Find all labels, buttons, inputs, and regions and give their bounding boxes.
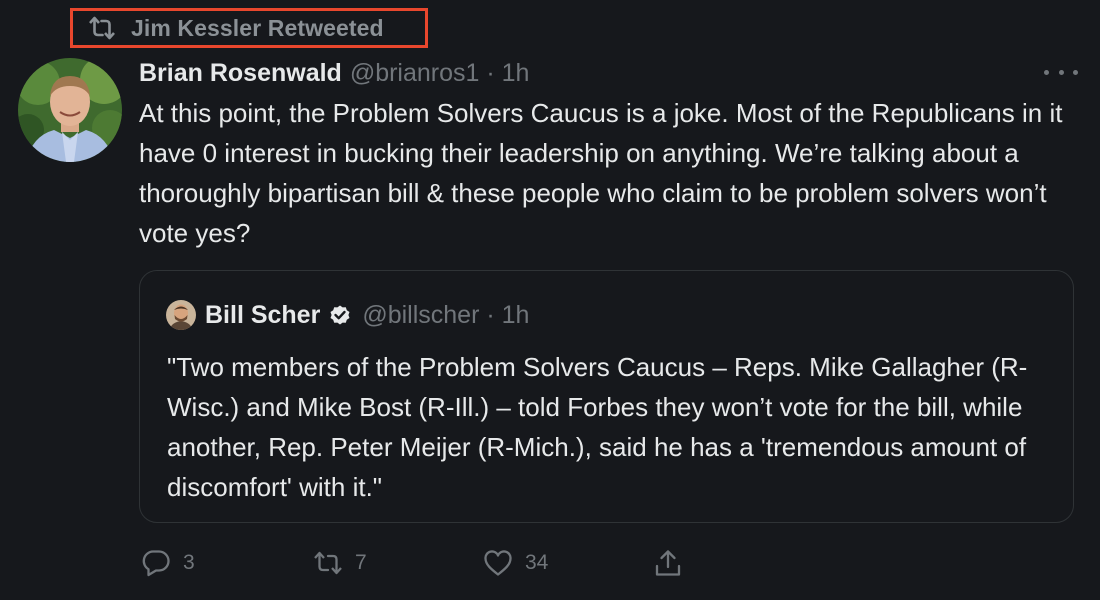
reply-icon [140, 547, 172, 579]
retweet-count: 7 [355, 551, 367, 574]
quoted-author-name: Bill Scher [205, 300, 321, 329]
retweet-banner-text: Jim Kessler Retweeted [131, 14, 384, 41]
more-options-icon[interactable] [1044, 60, 1078, 84]
tweet-header: Brian Rosenwald @brianros1 · 1h [139, 55, 529, 91]
reply-button[interactable]: 3 [140, 545, 195, 581]
quoted-author-avatar [166, 300, 196, 330]
author-name[interactable]: Brian Rosenwald [139, 59, 342, 88]
verified-badge-icon [328, 303, 352, 327]
tweet-text: At this point, the Problem Solvers Caucu… [139, 98, 1063, 248]
author-avatar[interactable] [18, 58, 122, 162]
share-icon [652, 547, 684, 579]
author-handle-time[interactable]: @brianros1 · 1h [350, 59, 530, 88]
like-button[interactable]: 34 [482, 545, 548, 581]
reply-count: 3 [183, 551, 195, 574]
retweet-action-icon [312, 548, 344, 578]
share-button[interactable] [652, 545, 684, 581]
retweet-button[interactable]: 7 [312, 545, 367, 581]
like-count: 34 [525, 551, 549, 574]
retweet-icon [87, 15, 117, 41]
quoted-tweet-header: Bill Scher @billscher · 1h [166, 297, 529, 333]
retweet-banner[interactable]: Jim Kessler Retweeted [70, 8, 428, 48]
quoted-author-handle-time: @billscher · 1h [362, 300, 530, 329]
heart-icon [482, 548, 514, 578]
tweet-actions: 3 7 34 [140, 545, 700, 581]
quoted-tweet-text: "Two members of the Problem Solvers Cauc… [167, 352, 1028, 502]
quoted-tweet[interactable]: Bill Scher @billscher · 1h "Two members … [139, 270, 1074, 523]
